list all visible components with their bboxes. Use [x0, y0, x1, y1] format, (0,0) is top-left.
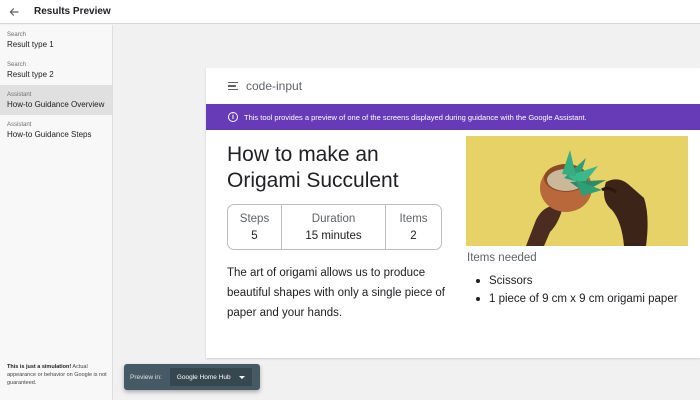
- items-needed-list: Scissors 1 piece of 9 cm x 9 cm origami …: [468, 272, 678, 308]
- sidebar-item-category: Assistant: [7, 122, 32, 128]
- sidebar-item-category: Assistant: [7, 92, 32, 98]
- preview-card: code-input i This tool provides a previe…: [206, 68, 700, 358]
- device-select-value: Google Home Hub: [176, 373, 231, 381]
- stat-duration: Duration 15 minutes: [282, 205, 386, 249]
- sidebar-item-label: Result type 2: [7, 70, 54, 79]
- item-text: Scissors: [489, 275, 533, 287]
- items-needed-heading: Items needed: [467, 252, 537, 264]
- info-banner: i This tool provides a preview of one of…: [206, 104, 700, 130]
- simulation-disclaimer: This is just a simulation! Actual appear…: [7, 363, 107, 387]
- origami-succulent-photo: [466, 136, 688, 246]
- sidebar-item-label: How-to Guidance Overview: [7, 100, 105, 109]
- top-app-bar: Results Preview: [0, 0, 700, 24]
- howto-title: How to make an Origami Succulent: [227, 143, 399, 192]
- sidebar-item-result-type-1[interactable]: Search Result type 1: [0, 25, 112, 55]
- menu-icon[interactable]: [228, 82, 238, 90]
- list-item: Scissors: [468, 272, 678, 290]
- preview-in-label: Preview in:: [130, 373, 162, 381]
- preview-in-bar: Preview in: Google Home Hub: [124, 364, 260, 390]
- code-input-label: code-input: [246, 79, 303, 93]
- sidebar-item-category: Search: [7, 62, 27, 68]
- bullet-icon: [476, 279, 480, 283]
- dropdown-arrow-icon: [238, 375, 245, 379]
- device-select[interactable]: Google Home Hub: [169, 368, 252, 386]
- bullet-icon: [476, 297, 480, 301]
- stat-heading: Steps: [239, 212, 270, 225]
- arrow-back-icon: [9, 7, 19, 16]
- item-text: 1 piece of 9 cm x 9 cm origami paper: [489, 293, 678, 305]
- howto-description: The art of origami allows us to produce …: [227, 267, 446, 319]
- stats-box: Steps 5 Duration 15 minutes Items 2: [227, 204, 442, 250]
- page-title: Results Preview: [34, 6, 111, 17]
- sidebar-item-label: Result type 1: [7, 40, 54, 49]
- disclaimer-bold: This is just a simulation!: [7, 364, 72, 370]
- back-button[interactable]: [0, 0, 28, 24]
- list-item: 1 piece of 9 cm x 9 cm origami paper: [468, 290, 678, 308]
- sidebar-item-category: Search: [7, 32, 27, 38]
- stat-value: 2: [410, 229, 417, 242]
- card-header: code-input: [206, 68, 700, 104]
- sidebar-item-howto-overview[interactable]: Assistant How-to Guidance Overview: [0, 85, 112, 115]
- sidebar-item-label: How-to Guidance Steps: [7, 130, 92, 139]
- banner-text: This tool provides a preview of one of t…: [244, 112, 587, 122]
- stat-steps: Steps 5: [228, 205, 282, 249]
- stat-items: Items 2: [386, 205, 441, 249]
- sidebar: Search Result type 1 Search Result type …: [0, 25, 113, 400]
- stat-value: 15 minutes: [305, 229, 362, 242]
- stat-heading: Items: [399, 212, 428, 225]
- sidebar-item-result-type-2[interactable]: Search Result type 2: [0, 55, 112, 85]
- stat-heading: Duration: [311, 212, 356, 225]
- sidebar-item-howto-steps[interactable]: Assistant How-to Guidance Steps: [0, 115, 112, 145]
- info-icon: i: [228, 112, 238, 122]
- stat-value: 5: [251, 229, 258, 242]
